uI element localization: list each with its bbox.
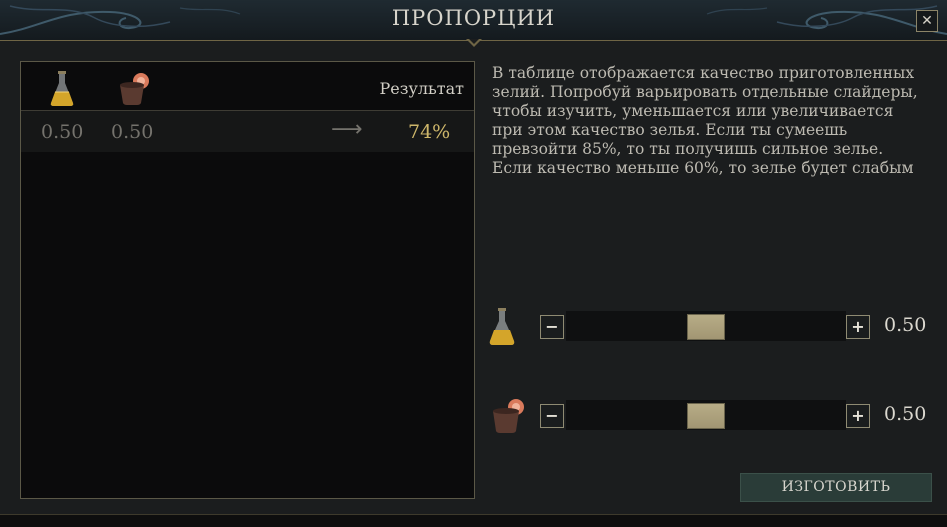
title-notch-inner-decoration <box>469 39 479 44</box>
slider-thumb[interactable] <box>687 314 725 340</box>
clay-pot-flower-icon <box>493 399 524 433</box>
arrow-icon: ⟶ <box>331 117 363 142</box>
window-header: ПРОПОРЦИИ ✕ <box>0 0 947 41</box>
clay-pot-flower-icon <box>120 73 149 105</box>
page-title: ПРОПОРЦИИ <box>391 6 556 30</box>
table-row: 0.50 0.50 ⟶ 74% <box>21 111 474 152</box>
decrease-button[interactable]: − <box>540 404 564 428</box>
footer-strip <box>0 514 947 527</box>
description-text: В таблице отображается качество приготов… <box>492 64 918 177</box>
increase-button[interactable]: + <box>846 404 870 428</box>
close-button[interactable]: ✕ <box>916 10 938 32</box>
slider-track[interactable] <box>566 400 846 430</box>
slider-row-pot: − + 0.50 <box>488 396 938 436</box>
result-column-header: Результат <box>379 79 465 98</box>
craft-button[interactable]: ИЗГОТОВИТЬ <box>740 473 932 502</box>
slider-thumb[interactable] <box>687 403 725 429</box>
potion-flask-icon <box>489 308 515 345</box>
results-table: Результат 0.50 0.50 ⟶ 74% <box>20 61 475 499</box>
slider-value: 0.50 <box>884 403 927 425</box>
slider-track[interactable] <box>566 311 846 341</box>
result-value: 74% <box>408 121 451 143</box>
increase-button[interactable]: + <box>846 315 870 339</box>
ingredient-a-value: 0.50 <box>41 121 84 143</box>
slider-row-potion: − + 0.50 <box>488 307 938 347</box>
potion-flask-icon <box>50 71 74 106</box>
decrease-button[interactable]: − <box>540 315 564 339</box>
table-header: Результат <box>21 62 474 111</box>
ingredient-b-value: 0.50 <box>111 121 154 143</box>
slider-value: 0.50 <box>884 314 927 336</box>
